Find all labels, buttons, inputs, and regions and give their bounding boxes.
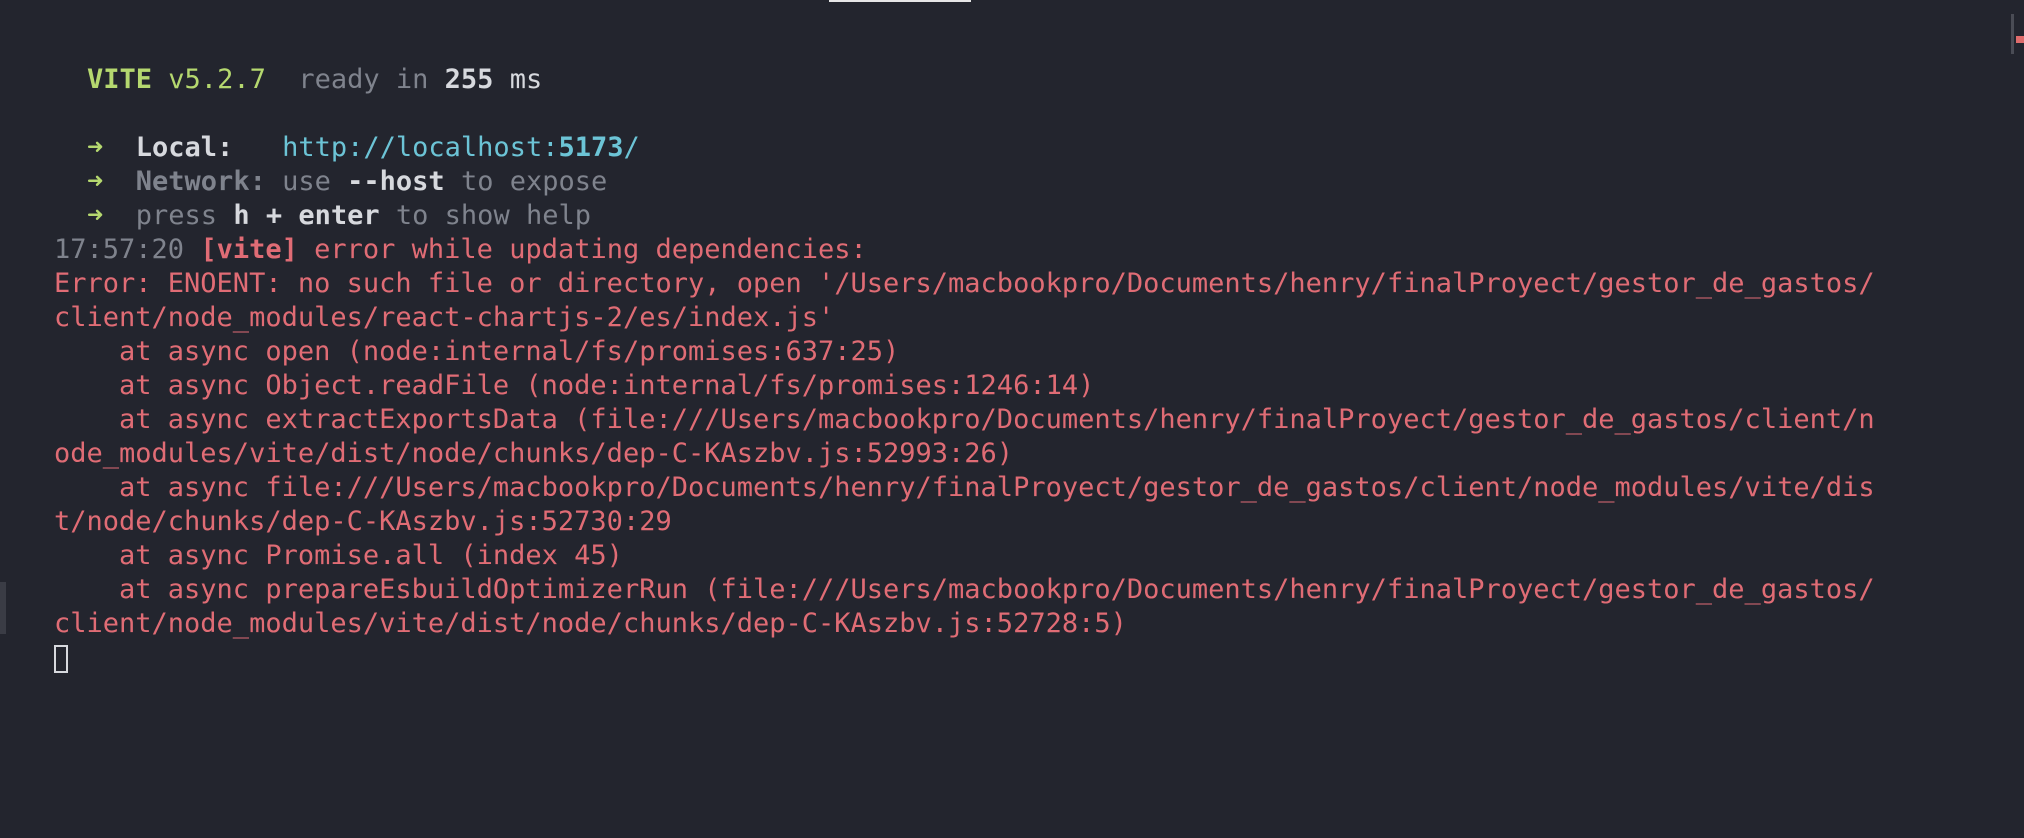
host-flag: --host xyxy=(347,166,445,197)
stack-line: t/node/chunks/dep-C-KAszbv.js:52730:29 xyxy=(54,506,672,537)
cursor xyxy=(54,644,68,673)
help-keys: h + enter xyxy=(233,200,380,231)
network-line: ➜ Network: use --host to expose xyxy=(87,166,608,197)
stack-line: at async prepareEsbuildOptimizerRun (fil… xyxy=(54,574,1875,605)
timestamp: 17:57:20 xyxy=(54,234,185,265)
scrollbar[interactable] xyxy=(2011,14,2014,54)
help-line: ➜ press h + enter to show help xyxy=(87,200,591,231)
vite-version: v5.2.7 xyxy=(168,64,266,95)
terminal-output: VITE v5.2.7 ready in 255 ms ➜ Local: htt… xyxy=(54,63,1964,675)
ready-text: ready in xyxy=(298,64,429,95)
error-line: Error: ENOENT: no such file or directory… xyxy=(54,268,1875,299)
local-label: Local: xyxy=(135,132,234,163)
network-label: Network: xyxy=(135,166,266,197)
stack-line: at async Promise.all (index 45) xyxy=(54,540,623,571)
vite-name: VITE xyxy=(87,64,153,95)
scroll-error-marker xyxy=(2016,36,2024,43)
ready-ms: 255 xyxy=(444,64,494,95)
error-message: error while updating dependencies: xyxy=(314,234,867,265)
stack-line: at async open (node:internal/fs/promises… xyxy=(54,336,900,367)
local-line: ➜ Local: http://localhost:5173/ xyxy=(54,131,1964,165)
stack-line: at async Object.readFile (node:internal/… xyxy=(54,370,1095,401)
stack-line: client/node_modules/vite/dist/node/chunk… xyxy=(54,608,1127,639)
stack-line: at async extractExportsData (file:///Use… xyxy=(54,404,1875,435)
ms-label: ms xyxy=(509,64,543,95)
vite-tag: [vite] xyxy=(200,234,298,265)
arrow-icon: ➜ xyxy=(87,200,104,231)
stack-line: ode_modules/vite/dist/node/chunks/dep-C-… xyxy=(54,438,1014,469)
stack-line: at async file:///Users/macbookpro/Docume… xyxy=(54,472,1875,503)
arrow-icon: ➜ xyxy=(87,132,104,163)
error-header-line: 17:57:20 [vite] error while updating dep… xyxy=(54,233,1964,267)
arrow-icon: ➜ xyxy=(87,166,104,197)
vite-ready-line: VITE v5.2.7 ready in 255 ms xyxy=(54,63,1964,97)
left-gutter-marker xyxy=(0,582,6,634)
terminal-window[interactable]: VITE v5.2.7 ready in 255 ms ➜ Local: htt… xyxy=(0,0,2024,838)
tab-indicator xyxy=(829,0,971,2)
error-line: client/node_modules/react-chartjs-2/es/i… xyxy=(54,302,835,333)
prompt-line[interactable] xyxy=(54,641,1964,675)
local-url[interactable]: http://localhost:5173/ xyxy=(282,132,640,163)
